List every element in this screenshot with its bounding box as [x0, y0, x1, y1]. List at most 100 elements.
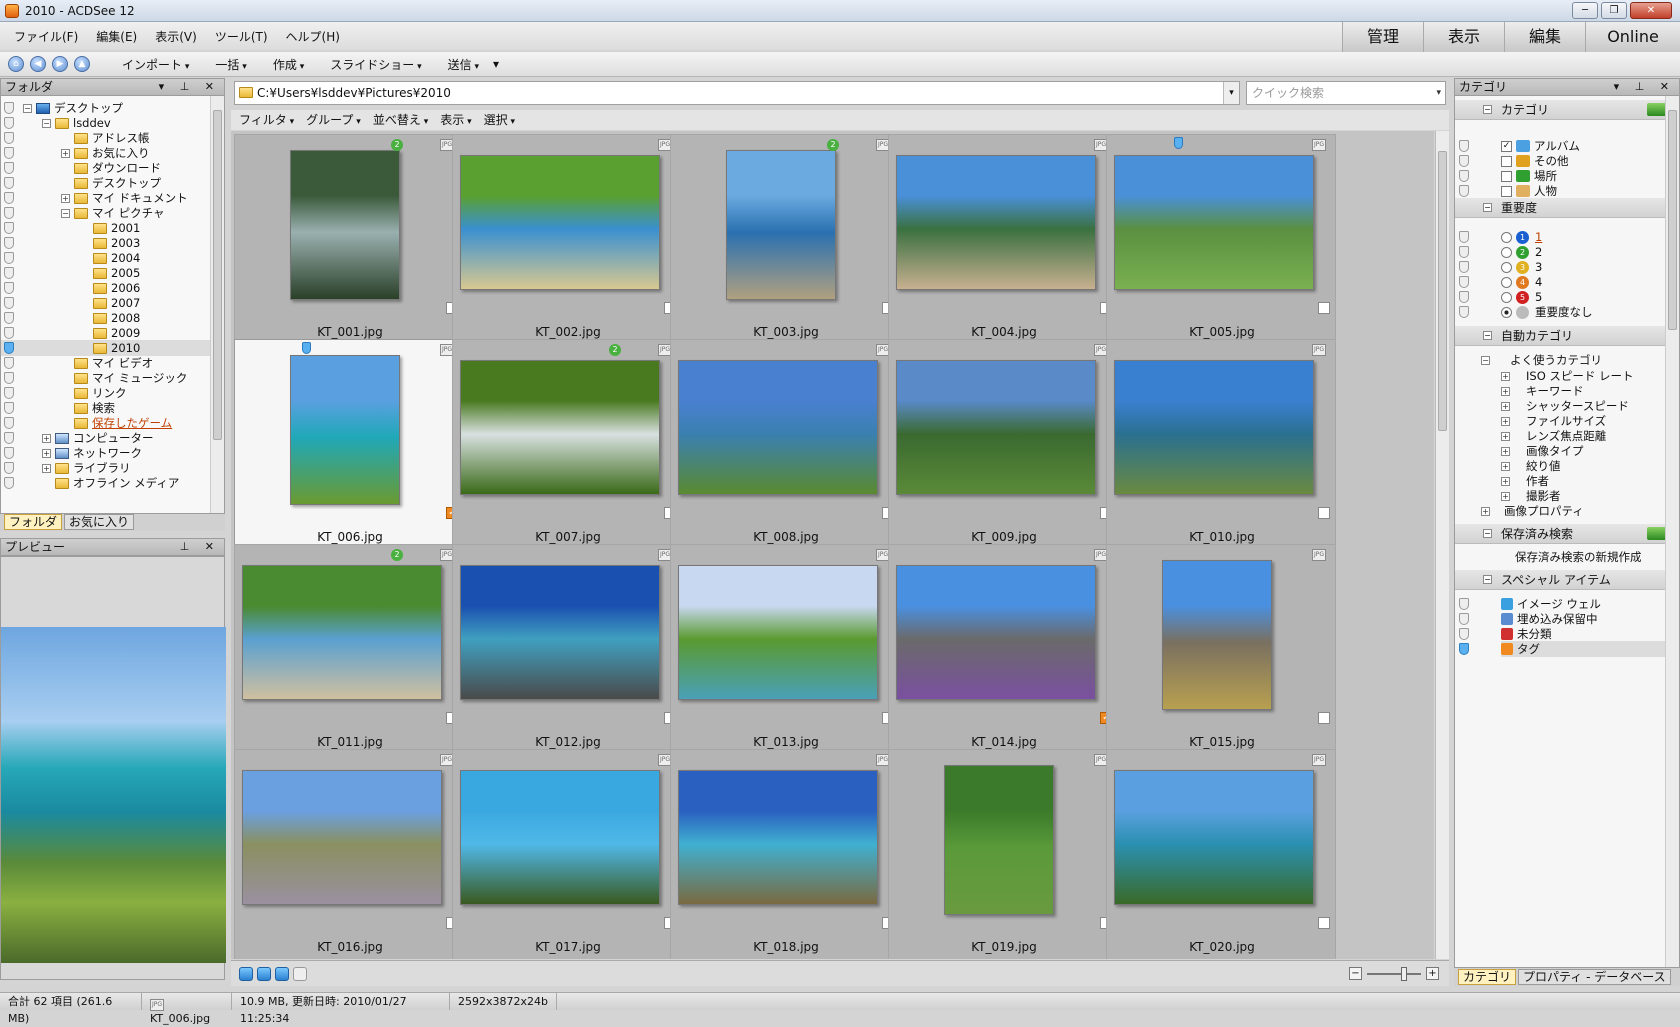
select-menu[interactable]: 選択: [484, 110, 515, 130]
tag-checkbox[interactable]: [1318, 507, 1330, 519]
pin-icon[interactable]: [1459, 598, 1469, 610]
thumbnail-image[interactable]: [726, 150, 836, 300]
pin-icon[interactable]: [4, 222, 14, 234]
thumbnail-image[interactable]: [460, 155, 660, 290]
thumbnail-item[interactable]: JPG KT_008.jpg: [670, 339, 900, 553]
menu-edit[interactable]: 編集(E): [96, 28, 137, 45]
tree-item[interactable]: 2004: [1, 250, 211, 266]
auto-category-item[interactable]: + キーワード: [1501, 383, 1584, 399]
zoom-out-icon[interactable]: −: [1349, 967, 1362, 980]
thumbnail-image[interactable]: [896, 360, 1096, 495]
pin-icon[interactable]: [1459, 261, 1469, 273]
compare-icon[interactable]: [293, 967, 307, 981]
rating-radio[interactable]: [1501, 291, 1512, 303]
thumbnail-item[interactable]: JPG 2 KT_011.jpg: [234, 544, 464, 758]
back-icon[interactable]: ◀: [30, 56, 46, 72]
thumbnail-image[interactable]: [944, 765, 1054, 915]
send-menu[interactable]: 送信: [448, 56, 479, 73]
auto-category-item[interactable]: + レンズ焦点距離: [1501, 428, 1606, 444]
panel-controls-icon[interactable]: ▾ ⊥ ✕: [159, 79, 220, 95]
rating-item[interactable]: 22: [1501, 244, 1542, 260]
pin-icon[interactable]: [4, 177, 14, 189]
pin-icon[interactable]: [1459, 613, 1469, 625]
pin-icon[interactable]: [4, 237, 14, 249]
tree-item[interactable]: 2008: [1, 310, 211, 326]
expand-icon[interactable]: +: [1481, 506, 1490, 516]
thumbnail-image[interactable]: [1114, 155, 1314, 290]
thumbnail-image[interactable]: [242, 770, 442, 905]
rating-item[interactable]: 55: [1501, 289, 1542, 305]
expand-icon[interactable]: +: [42, 463, 51, 473]
expand-icon[interactable]: +: [1501, 401, 1510, 411]
expand-icon[interactable]: +: [1501, 476, 1510, 486]
auto-category-item[interactable]: + シャッタースピード: [1501, 398, 1629, 414]
thumbnail-item[interactable]: JPG KT_012.jpg: [452, 544, 682, 758]
special-item[interactable]: イメージ ウェル: [1501, 596, 1601, 612]
rating-radio[interactable]: [1501, 231, 1512, 243]
tree-item[interactable]: 2007: [1, 295, 211, 311]
rating-item[interactable]: 11: [1501, 229, 1542, 245]
expand-icon[interactable]: +: [42, 448, 51, 458]
thumbnail-item[interactable]: JPG✓KT_014.jpg: [888, 544, 1118, 758]
thumbnail-item[interactable]: JPG KT_015.jpg: [1106, 544, 1336, 758]
rating-radio[interactable]: [1501, 261, 1512, 273]
pin-icon[interactable]: [1459, 246, 1469, 258]
tree-item[interactable]: − lsddev: [1, 115, 211, 131]
thumbnail-image[interactable]: [896, 155, 1096, 290]
category-checkbox[interactable]: [1501, 170, 1512, 182]
tab-categories[interactable]: カテゴリ: [1458, 969, 1517, 985]
thumbnail-image[interactable]: [1114, 770, 1314, 905]
collapse-icon[interactable]: −: [1483, 529, 1492, 538]
menu-tools[interactable]: ツール(T): [215, 28, 268, 45]
slideshow-menu[interactable]: スライドショー: [330, 56, 421, 73]
image-well-icon[interactable]: [239, 967, 253, 981]
tree-item[interactable]: マイ ミュージック: [1, 370, 211, 386]
forward-icon[interactable]: ▶: [52, 56, 68, 72]
collapse-icon[interactable]: −: [1483, 575, 1492, 584]
group-menu[interactable]: グループ: [306, 110, 361, 130]
tree-item[interactable]: − マイ ピクチャ: [1, 205, 211, 221]
tag-checkbox[interactable]: [1318, 712, 1330, 724]
tree-item[interactable]: 2006: [1, 280, 211, 296]
expand-icon[interactable]: +: [42, 433, 51, 443]
pin-icon[interactable]: [4, 462, 14, 474]
categories-section[interactable]: − カテゴリ: [1455, 100, 1679, 120]
pin-icon[interactable]: [4, 402, 14, 414]
scroll-thumb[interactable]: [213, 110, 222, 440]
pin-icon[interactable]: [4, 387, 14, 399]
pin-icon[interactable]: [4, 192, 14, 204]
collapse-icon[interactable]: −: [1483, 203, 1492, 212]
panel-controls-icon[interactable]: ▾ ⊥ ✕: [1614, 79, 1675, 95]
pin-icon[interactable]: [1459, 628, 1469, 640]
pin-icon[interactable]: [4, 312, 14, 324]
tree-item[interactable]: + マイ ドキュメント: [1, 190, 211, 206]
home-icon[interactable]: ⌂: [8, 56, 24, 72]
expand-icon[interactable]: +: [1501, 431, 1510, 441]
minimize-button[interactable]: ─: [1572, 2, 1598, 19]
pin-icon[interactable]: [4, 372, 14, 384]
maximize-button[interactable]: ❐: [1601, 2, 1627, 19]
thumbnail-item[interactable]: JPG 2 KT_007.jpg: [452, 339, 682, 553]
rating-item[interactable]: 44: [1501, 274, 1542, 290]
vertical-scrollbar[interactable]: [1435, 131, 1449, 959]
import-menu[interactable]: インポート: [122, 56, 189, 73]
rating-radio[interactable]: [1501, 306, 1512, 318]
thumbnail-image[interactable]: [678, 565, 878, 700]
quick-search-dropdown-icon[interactable]: ▾: [1436, 82, 1441, 104]
pin-icon[interactable]: [4, 132, 14, 144]
pin-icon[interactable]: [1459, 643, 1469, 655]
rating-radio[interactable]: [1501, 276, 1512, 288]
tree-item[interactable]: + ネットワーク: [1, 445, 211, 461]
category-item[interactable]: その他: [1501, 153, 1569, 169]
pin-icon[interactable]: [1459, 231, 1469, 243]
batch-menu[interactable]: 一括: [215, 56, 246, 73]
path-bar[interactable]: C:¥Users¥lsddev¥Pictures¥2010 ▾: [234, 81, 1240, 105]
category-item[interactable]: 人物: [1501, 183, 1557, 199]
pin-icon[interactable]: [1459, 185, 1469, 197]
rotate-left-icon[interactable]: [257, 967, 271, 981]
thumbnail-image[interactable]: [1114, 360, 1314, 495]
mode-edit-tab[interactable]: 編集: [1504, 22, 1585, 52]
collapse-icon[interactable]: −: [1483, 105, 1492, 114]
quick-search-input[interactable]: クイック検索 ▾: [1246, 81, 1446, 105]
tree-item[interactable]: デスクトップ: [1, 175, 211, 191]
